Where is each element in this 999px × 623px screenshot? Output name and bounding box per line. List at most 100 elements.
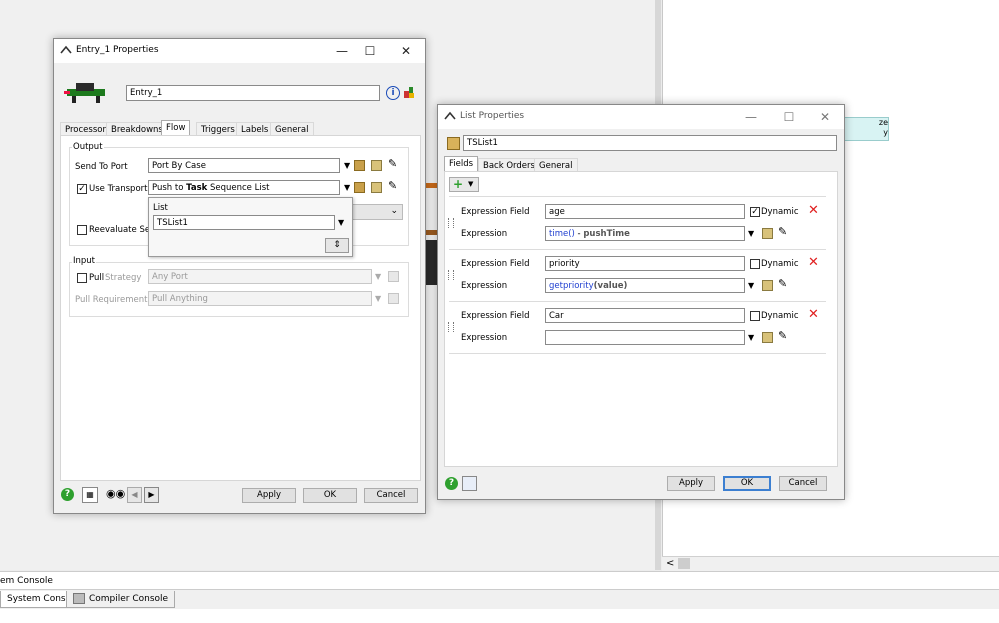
flexsim-icon [60, 45, 72, 54]
expression-input[interactable]: getpriority(value) [545, 278, 745, 293]
close-icon[interactable]: ✕ [816, 108, 834, 126]
previous-object-icon[interactable]: ◀ [127, 487, 142, 503]
close-icon[interactable]: ✕ [397, 42, 415, 60]
pull-strategy-input[interactable]: Any Port [148, 269, 372, 284]
object-name-input[interactable]: Entry_1 [126, 85, 380, 101]
drag-handle-icon[interactable] [448, 322, 454, 332]
delete-field-icon[interactable]: ✕ [808, 255, 819, 270]
expression-field-input[interactable]: Car [545, 308, 745, 323]
dynamic-label: Dynamic [761, 259, 799, 269]
script-icon[interactable] [762, 228, 773, 239]
use-transport-label: Use Transport [89, 184, 148, 194]
scroll-thumb[interactable] [678, 558, 690, 569]
apply-button[interactable]: Apply [667, 476, 715, 491]
eyedropper-icon[interactable]: ✎ [778, 277, 787, 290]
model-object [425, 240, 437, 285]
script-icon[interactable] [371, 160, 382, 171]
requirement-dropdown-icon[interactable]: ▼ [375, 294, 381, 303]
transport-input[interactable]: Push to Task Sequence List [148, 180, 340, 195]
maximize-icon[interactable]: ☐ [780, 108, 798, 126]
cancel-button[interactable]: Cancel [364, 488, 418, 503]
expression-field-input[interactable]: age [545, 204, 745, 219]
properties-icon[interactable] [354, 160, 365, 171]
collapse-popup-button[interactable]: ⇕ [325, 238, 349, 253]
pull-requirement-input[interactable]: Pull Anything [148, 291, 372, 306]
tab-compiler-console[interactable]: Compiler Console [66, 591, 176, 608]
script-icon[interactable] [762, 332, 773, 343]
use-transport-checkbox[interactable]: ✓ [77, 184, 87, 194]
help-icon[interactable]: ? [61, 488, 74, 501]
dynamic-checkbox[interactable] [750, 311, 760, 321]
expression-field-label: Expression Field [461, 311, 530, 321]
divider [449, 301, 826, 302]
object-tools-icon[interactable] [403, 85, 416, 99]
maximize-icon[interactable]: ☐ [361, 42, 379, 60]
hidden-combo[interactable]: ⌄ [351, 204, 403, 220]
eyedropper-icon[interactable]: ✎ [388, 179, 397, 192]
info-icon[interactable]: i [386, 86, 400, 100]
transport-text: Push to [152, 183, 187, 193]
expression-dropdown-icon[interactable]: ▼ [748, 229, 754, 238]
add-field-button[interactable]: + ▼ [449, 177, 479, 192]
script-icon[interactable] [371, 182, 382, 193]
drag-handle-icon[interactable] [448, 270, 454, 280]
dynamic-label: Dynamic [761, 311, 799, 321]
minimize-icon[interactable]: — [742, 108, 760, 126]
eyedropper-icon[interactable]: ✎ [778, 225, 787, 238]
flexsim-icon [444, 111, 456, 120]
list-dropdown-icon[interactable]: ▼ [338, 218, 344, 227]
eyedropper-icon[interactable]: ✎ [778, 329, 787, 342]
chevron-down-icon: ▼ [468, 180, 474, 188]
title-bar[interactable]: Entry_1 Properties — ☐ ✕ [54, 39, 425, 63]
delete-field-icon[interactable]: ✕ [808, 307, 819, 322]
apply-button[interactable]: Apply [242, 488, 296, 503]
list-name-input[interactable]: TSList1 [463, 135, 837, 151]
console-title: em Console [0, 576, 53, 586]
send-to-port-dropdown-icon[interactable]: ▼ [344, 161, 350, 170]
reevaluate-checkbox[interactable] [77, 225, 87, 235]
properties-icon[interactable] [354, 182, 365, 193]
minimize-icon[interactable]: — [333, 42, 351, 60]
ok-button[interactable]: OK [303, 488, 357, 503]
send-to-port-input[interactable]: Port By Case [148, 158, 340, 173]
expression-input[interactable]: time() - pushTime [545, 226, 745, 241]
expression-field-input[interactable]: priority [545, 256, 745, 271]
title-bar[interactable]: List Properties — ☐ ✕ [438, 105, 844, 129]
dynamic-checkbox[interactable]: ✓ [750, 207, 760, 217]
script-icon[interactable] [388, 293, 399, 304]
delete-field-icon[interactable]: ✕ [808, 203, 819, 218]
cancel-button[interactable]: Cancel [779, 476, 827, 491]
object-tools-icon[interactable] [462, 476, 477, 491]
expression-field-label: Expression Field [461, 207, 530, 217]
transport-dropdown-icon[interactable]: ▼ [344, 183, 350, 192]
strategy-dropdown-icon[interactable]: ▼ [375, 272, 381, 281]
scroll-left-icon[interactable]: < [666, 558, 674, 569]
pull-checkbox[interactable] [77, 273, 87, 283]
dynamic-checkbox[interactable] [750, 259, 760, 269]
drag-handle-icon[interactable] [448, 218, 454, 228]
list-item: Expression Field Car Dynamic ✕ Expressio… [446, 305, 826, 353]
chevron-down-icon[interactable]: ⌄ [390, 206, 398, 216]
list-select[interactable]: TSList1 [153, 215, 335, 230]
help-icon[interactable]: ? [445, 477, 458, 490]
list-node[interactable]: ze y [842, 117, 889, 141]
eyedropper-icon[interactable]: ✎ [388, 157, 397, 170]
expression-dropdown-icon[interactable]: ▼ [748, 333, 754, 342]
expression-input[interactable] [545, 330, 745, 345]
transport-options-popup: List TSList1 ▼ ⇕ [148, 197, 353, 257]
expression-dropdown-icon[interactable]: ▼ [748, 281, 754, 290]
next-object-icon[interactable]: ▶ [144, 487, 159, 503]
list-properties-window: List Properties — ☐ ✕ TSList1 Fields Bac… [437, 104, 845, 500]
console-panel-header: em Console [0, 571, 999, 590]
input-group-label: Input [72, 256, 97, 266]
tree-icon[interactable]: ▦ [82, 487, 98, 503]
horizontal-scrollbar[interactable]: < [662, 556, 999, 571]
expression-label: Expression [461, 229, 508, 239]
script-icon[interactable] [762, 280, 773, 291]
list-label: List [153, 203, 168, 213]
ok-button[interactable]: OK [723, 476, 771, 491]
binoculars-icon[interactable]: ◉◉ [106, 487, 125, 500]
entry-3d-icon [64, 83, 105, 103]
window-title: List Properties [460, 111, 525, 121]
script-icon[interactable] [388, 271, 399, 282]
